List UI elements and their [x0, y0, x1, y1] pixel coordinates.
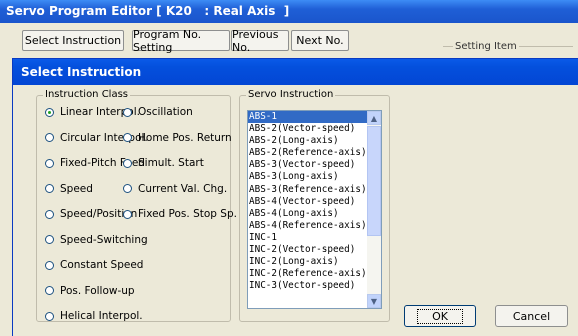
ok-button[interactable]: OK	[404, 305, 476, 327]
scroll-up-icon[interactable]: ▲	[367, 111, 381, 125]
list-item[interactable]: INC-2(Vector-speed)	[248, 244, 381, 256]
listbox-scrollbar[interactable]: ▲ ▼	[367, 111, 381, 308]
list-item[interactable]: ABS-2(Long-axis)	[248, 135, 381, 147]
setting-item-group: Setting Item	[443, 41, 573, 57]
servo-instruction-label: Servo Instruction	[246, 89, 336, 100]
radio-label: Speed-Switching	[60, 233, 148, 246]
scrollbar-thumb[interactable]	[367, 126, 381, 236]
radio-circle-icon	[123, 158, 132, 168]
radio-pos-follow-up[interactable]: Pos. Follow-up	[45, 285, 135, 297]
instruction-class-label: Instruction Class	[43, 89, 131, 100]
setting-item-label: Setting Item	[453, 41, 519, 52]
servo-instruction-listbox[interactable]: ABS-1 ABS-2(Vector-speed) ABS-2(Long-axis)…	[247, 110, 382, 309]
radio-circle-icon	[123, 184, 132, 193]
list-item[interactable]: ABS-4(Reference-axis)	[248, 220, 381, 232]
list-item[interactable]: ABS-3(Reference-axis)	[248, 184, 381, 196]
radio-speed-switching[interactable]: Speed-Switching	[45, 234, 148, 246]
servo-instruction-items: ABS-1 ABS-2(Vector-speed) ABS-2(Long-axis)…	[248, 111, 381, 292]
radio-circle-icon	[45, 286, 54, 295]
radio-circle-icon	[45, 107, 54, 117]
select-instruction-button[interactable]: Select Instruction	[22, 30, 124, 51]
next-no-button[interactable]: Next No.	[291, 30, 349, 51]
radio-circle-icon	[123, 209, 132, 219]
radio-label: Pos. Follow-up	[60, 284, 135, 297]
previous-no-button[interactable]: Previous No.	[231, 28, 289, 54]
list-item[interactable]: ABS-3(Long-axis)	[248, 171, 381, 183]
radio-label: Fixed Pos. Stop Sp.	[138, 208, 237, 220]
radio-circle-icon	[45, 311, 54, 321]
radio-current-val-chg[interactable]: Current Val. Chg.	[123, 183, 227, 195]
scroll-down-icon[interactable]: ▼	[367, 294, 381, 308]
cancel-button[interactable]: Cancel	[495, 305, 568, 327]
radio-label: Current Val. Chg.	[138, 182, 228, 195]
radio-circle-icon	[45, 184, 54, 193]
dialog-titlebar: Select Instruction	[13, 59, 578, 85]
radio-circle-icon	[45, 133, 54, 142]
radio-oscillation[interactable]: Oscillation	[123, 106, 193, 118]
radio-home-pos-return[interactable]: Home Pos. Return	[123, 132, 232, 144]
radio-label: Speed	[60, 182, 93, 195]
radio-circle-icon	[45, 158, 54, 168]
outer-window-title: Servo Program Editor [ K20 : Real Axis ]	[6, 4, 290, 18]
list-item[interactable]: ABS-1	[248, 111, 381, 124]
dialog-title: Select Instruction	[21, 65, 142, 79]
radio-circle-icon	[123, 107, 132, 117]
radio-circle-icon	[45, 235, 54, 244]
radio-label: Constant Speed	[60, 259, 144, 271]
radio-circle-icon	[123, 133, 132, 142]
list-item[interactable]: INC-1	[248, 232, 381, 244]
radio-circle-icon	[45, 260, 54, 270]
list-item[interactable]: INC-3(Vector-speed)	[248, 280, 381, 292]
list-item[interactable]: ABS-3(Vector-speed)	[248, 159, 381, 171]
radio-circle-icon	[45, 209, 54, 219]
radio-helical-interpol[interactable]: Helical Interpol.	[45, 310, 143, 322]
radio-simult-start[interactable]: Simult. Start	[123, 157, 204, 169]
ok-button-label: OK	[417, 308, 463, 324]
radio-label: Oscillation	[138, 106, 193, 118]
list-item[interactable]: ABS-2(Vector-speed)	[248, 123, 381, 135]
radio-fixed-pos-stop-sp[interactable]: Fixed Pos. Stop Sp.	[123, 208, 237, 220]
list-item[interactable]: ABS-4(Long-axis)	[248, 208, 381, 220]
outer-window-titlebar: Servo Program Editor [ K20 : Real Axis ]	[0, 0, 578, 23]
radio-speed[interactable]: Speed	[45, 183, 93, 195]
radio-label: Home Pos. Return	[138, 131, 232, 144]
radio-label: Helical Interpol.	[60, 310, 143, 322]
list-item[interactable]: ABS-2(Reference-axis)	[248, 147, 381, 159]
radio-constant-speed[interactable]: Constant Speed	[45, 259, 143, 271]
list-item[interactable]: INC-2(Reference-axis)	[248, 268, 381, 280]
list-item[interactable]: ABS-4(Vector-speed)	[248, 196, 381, 208]
program-no-setting-button[interactable]: Program No. Setting	[132, 28, 230, 54]
list-item[interactable]: INC-2(Long-axis)	[248, 256, 381, 268]
radio-label: Simult. Start	[138, 157, 204, 169]
